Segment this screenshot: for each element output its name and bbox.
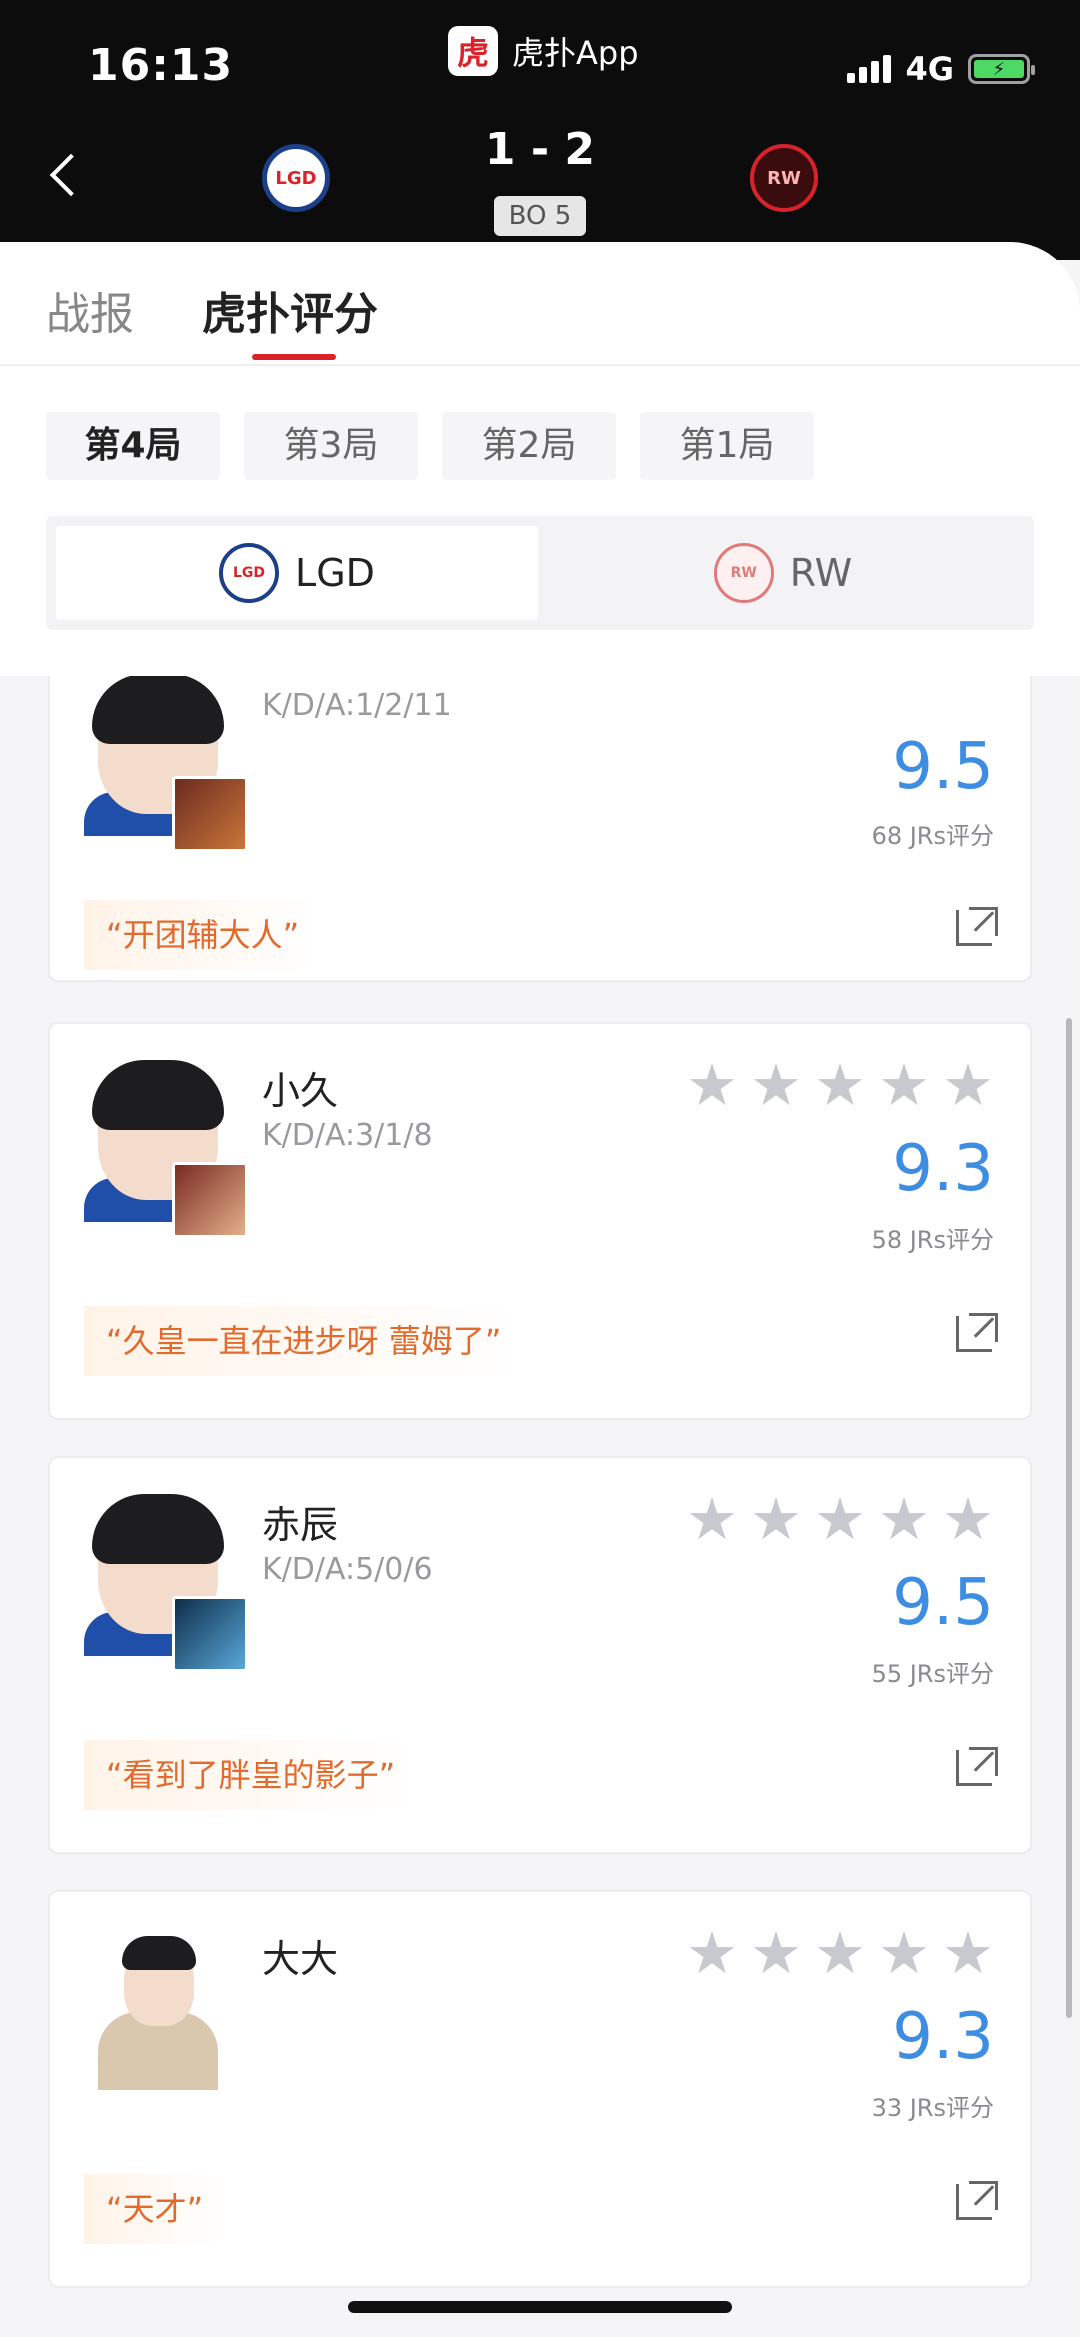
player-name: 小久 [262,1069,339,1113]
player-avatar [84,1928,244,2090]
team-switch: LGD LGD RW RW [46,516,1034,630]
lgd-logo-icon: LGD [219,543,280,603]
player-score: 9.5 [892,1566,994,1640]
status-time: 16:13 [88,40,234,91]
rw-logo-icon: RW [713,543,774,603]
team-option-rw[interactable]: RW RW [542,526,1024,620]
player-score: 9.3 [892,1132,994,1206]
share-icon[interactable] [956,1313,998,1352]
tab-bar: 战报 虎扑评分 [0,278,1080,364]
game-selector: 第4局 第3局 第2局 第1局 [46,412,814,480]
star-icon[interactable]: ★ [942,1056,994,1114]
player-score: 9.5 [892,730,994,804]
hero-icon [172,776,248,852]
status-icons: 4G ⚡ [847,50,1035,88]
player-score: 9.3 [892,2000,994,2074]
vote-count: 58 JRs评分 [871,1226,994,1254]
star-icon[interactable]: ★ [878,1490,930,1548]
top-comment[interactable]: “看到了胖皇的影子” [84,1740,418,1810]
team-option-label: RW [789,551,853,595]
match-score: 1 - 2 [484,124,596,175]
team-option-label: LGD [295,551,375,595]
star-icon[interactable]: ★ [878,1924,930,1982]
rating-stars[interactable]: ★ ★ ★ ★ ★ [686,1490,994,1548]
player-card[interactable]: K/D/A:1/2/11 9.5 68 JRs评分 “开团辅大人” [48,676,1032,982]
player-avatar [84,1494,248,1672]
star-icon[interactable]: ★ [750,1924,802,1982]
player-kda: K/D/A:1/2/11 [262,688,452,723]
scrollbar[interactable] [1066,1018,1072,2018]
tab-report[interactable]: 战报 [46,278,134,342]
star-icon[interactable]: ★ [814,1924,866,1982]
rating-stars[interactable]: ★ ★ ★ ★ ★ [686,1056,994,1114]
player-avatar [84,676,248,852]
match-format-badge: BO 5 [494,196,586,236]
vote-count: 55 JRs评分 [871,1660,994,1688]
rating-stars[interactable]: ★ ★ ★ ★ ★ [686,1924,994,1982]
vote-count: 33 JRs评分 [871,2094,994,2122]
star-icon[interactable]: ★ [814,1056,866,1114]
star-icon[interactable]: ★ [942,1490,994,1548]
hupu-logo-icon: 虎 [448,26,498,76]
player-card[interactable]: 大大 ★ ★ ★ ★ ★ 9.3 33 JRs评分 “天才” [48,1890,1032,2288]
star-icon[interactable]: ★ [814,1490,866,1548]
team-option-lgd[interactable]: LGD LGD [56,526,538,620]
star-icon[interactable]: ★ [686,1056,738,1114]
share-icon[interactable] [956,907,998,946]
star-icon[interactable]: ★ [750,1056,802,1114]
network-type: 4G [905,50,954,88]
game-4-button[interactable]: 第4局 [46,412,220,480]
top-comment[interactable]: “天才” [84,2174,226,2244]
divider [0,364,1080,366]
match-header: 16:13 虎 虎扑App 4G ⚡ LGD 1 - 2 BO 5 RW [0,0,1080,260]
player-name: 赤辰 [262,1503,339,1547]
home-indicator[interactable] [348,2301,732,2313]
share-icon[interactable] [956,2181,998,2220]
player-name: 大大 [262,1937,339,1981]
rw-team-logo[interactable]: RW [750,144,818,212]
star-icon[interactable]: ★ [942,1924,994,1982]
game-2-button[interactable]: 第2局 [442,412,616,480]
tab-rating[interactable]: 虎扑评分 [202,278,378,342]
hero-icon [172,1162,248,1238]
top-comment[interactable]: “久皇一直在进步呀 蕾姆了” [84,1306,524,1376]
star-icon[interactable]: ★ [686,1924,738,1982]
player-card[interactable]: 小久 K/D/A:3/1/8 ★ ★ ★ ★ ★ 9.3 58 JRs评分 “久皇一直在… [48,1022,1032,1420]
player-avatar [84,1060,248,1238]
star-icon[interactable]: ★ [878,1056,930,1114]
star-icon[interactable]: ★ [686,1490,738,1548]
app-name: 虎扑App [512,34,639,72]
player-card[interactable]: 赤辰 K/D/A:5/0/6 ★ ★ ★ ★ ★ 9.5 55 JRs评分 “看到了胖皇… [48,1456,1032,1854]
player-rating-list[interactable]: K/D/A:1/2/11 9.5 68 JRs评分 “开团辅大人” 小久 K/D… [0,676,1080,2337]
game-3-button[interactable]: 第3局 [244,412,418,480]
app-indicator[interactable]: 虎 虎扑App [448,26,639,76]
player-kda: K/D/A:3/1/8 [262,1118,433,1153]
active-tab-indicator [252,354,336,360]
battery-icon: ⚡ [968,54,1035,84]
share-icon[interactable] [956,1747,998,1786]
hero-icon [172,1596,248,1672]
player-kda: K/D/A:5/0/6 [262,1552,433,1587]
top-comment[interactable]: “开团辅大人” [84,900,322,970]
vote-count: 68 JRs评分 [871,822,994,850]
star-icon[interactable]: ★ [750,1490,802,1548]
signal-icon [847,55,892,83]
game-1-button[interactable]: 第1局 [640,412,814,480]
